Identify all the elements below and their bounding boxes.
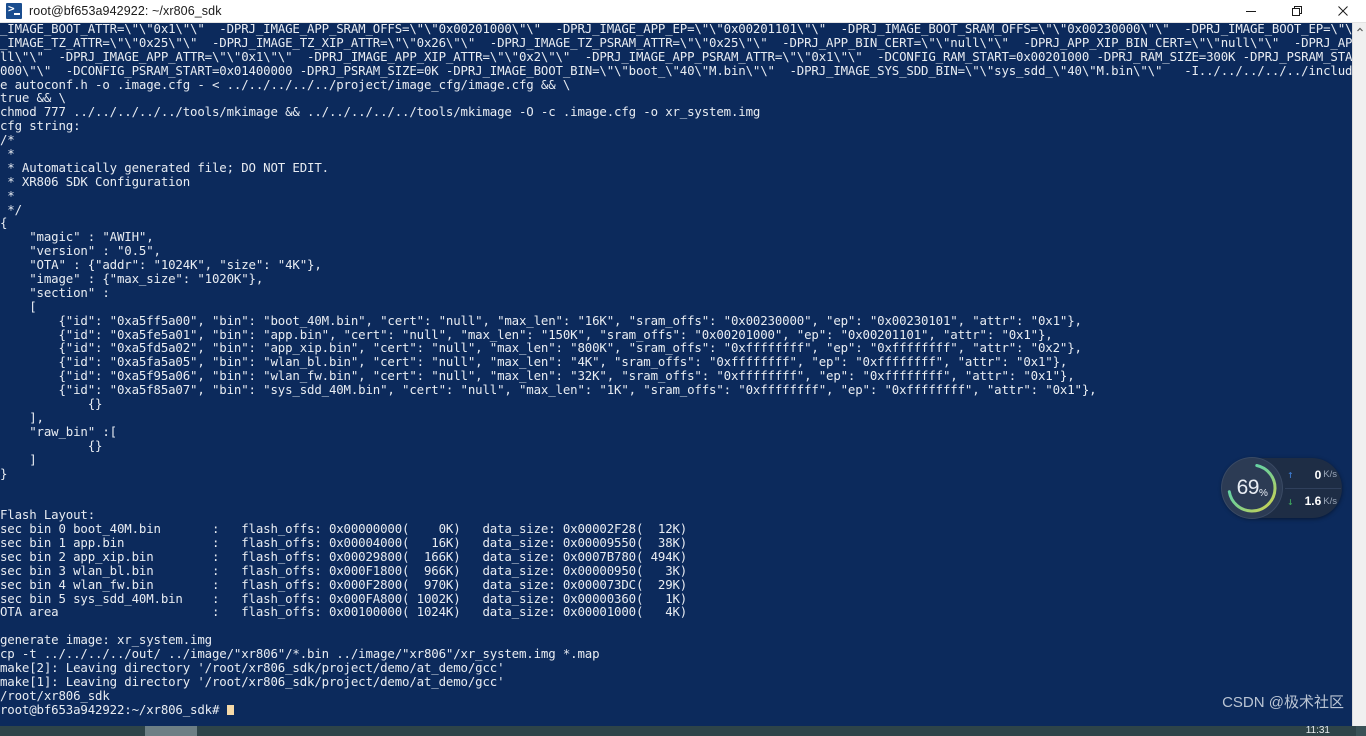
terminal-line: OTA area : flash_offs: 0x00100000( 1024K… [0, 604, 688, 620]
terminal-cursor [226, 704, 234, 715]
speed-rows: ↑ 0 K/s ↓ 1.6 K/s [1285, 462, 1341, 514]
terminal-line: ] [0, 451, 37, 467]
network-speed-widget[interactable]: 69% ↑ 0 K/s ↓ 1.6 K/s [1222, 458, 1342, 518]
percent-symbol: % [1258, 488, 1268, 499]
terminal-line: {"id": "0xa5ff5a00", "bin": "boot_40M.bi… [0, 312, 1082, 328]
upload-speed-value: 0 [1314, 467, 1322, 482]
terminal-line: * [0, 187, 15, 203]
terminal-text: _IMAGE_BOOT_ATTR=\"\"0x1\"\" -DPRJ_IMAGE… [0, 23, 1352, 717]
show-desktop-button[interactable] [1356, 726, 1366, 736]
terminal-line: {} [0, 396, 103, 412]
terminal-scrollbar[interactable] [1352, 23, 1366, 726]
terminal-line: ll\"\" -DPRJ_IMAGE_APP_ATTR=\"\"0x1\"\" … [0, 48, 1352, 64]
terminal-line: 000\"\" -DCONFIG_PSRAM_START=0x01400000 … [0, 62, 1352, 78]
terminal-output-area[interactable]: _IMAGE_BOOT_ATTR=\"\"0x1\"\" -DPRJ_IMAGE… [0, 23, 1352, 726]
upload-speed-row: ↑ 0 K/s [1285, 462, 1341, 489]
terminal-line: cfg string: [0, 118, 81, 134]
usage-percent: 69% [1237, 477, 1268, 499]
terminal-line: chmod 777 ../../../../../tools/mkimage &… [0, 104, 761, 120]
terminal-line: {"id": "0xa5f95a06", "bin": "wlan_fw.bin… [0, 368, 1075, 384]
terminal-line: */ [0, 201, 22, 217]
taskbar[interactable]: 11:31 [0, 726, 1366, 736]
terminal-line: "OTA" : {"addr": "1024K", "size": "4K"}, [0, 257, 322, 273]
terminal-line: {"id": "0xa5f85a07", "bin": "sys_sdd_40M… [0, 382, 1097, 398]
terminal-line: {"id": "0xa5fa5a05", "bin": "wlan_bl.bin… [0, 354, 1068, 370]
scroll-up-button[interactable] [1353, 23, 1366, 37]
terminal-line: {} [0, 437, 103, 453]
terminal-line: sec bin 0 boot_40M.bin : flash_offs: 0x0… [0, 521, 688, 537]
download-speed-row: ↓ 1.6 K/s [1285, 489, 1341, 515]
terminal-line: ], [0, 409, 44, 425]
terminal-line: * XR806 SDK Configuration [0, 173, 191, 189]
window-title: root@bf653a942922: ~/xr806_sdk [29, 4, 222, 18]
terminal-line: {"id": "0xa5fe5a01", "bin": "app.bin", "… [0, 326, 1053, 342]
terminal-line: sec bin 4 wlan_fw.bin : flash_offs: 0x00… [0, 576, 688, 592]
terminal-line: "section" : [0, 284, 110, 300]
terminal-line: * Automatically generated file; DO NOT E… [0, 159, 329, 175]
terminal-line: true && \ [0, 90, 66, 106]
desktop-screen: root@bf653a942922: ~/xr806_sdk _IMAGE_BO… [0, 0, 1366, 736]
terminal-line: {"id": "0xa5fd5a02", "bin": "app_xip.bin… [0, 340, 1082, 356]
window-titlebar[interactable]: root@bf653a942922: ~/xr806_sdk [0, 0, 1366, 23]
minimize-button[interactable] [1228, 0, 1274, 23]
usage-percent-value: 69 [1236, 476, 1260, 499]
terminal-line: cp -t ../../../../out/ ../image/"xr806"/… [0, 646, 600, 662]
taskbar-clock[interactable]: 11:31 [1306, 726, 1330, 736]
terminal-line: * [0, 146, 15, 162]
terminal-line: "magic" : "AWIH", [0, 229, 154, 245]
watermark-label: CSDN @极术社区 [1222, 694, 1344, 711]
terminal-line: sec bin 5 sys_sdd_40M.bin : flash_offs: … [0, 590, 688, 606]
terminal-line: } [0, 465, 8, 481]
download-arrow-icon: ↓ [1287, 494, 1294, 508]
download-speed-unit: K/s [1323, 495, 1337, 507]
terminal-line: /root/xr806_sdk [0, 687, 110, 703]
restore-icon [1292, 6, 1302, 16]
terminal-line: root@bf653a942922:~/xr806_sdk# [0, 702, 1352, 717]
close-icon [1338, 6, 1348, 16]
upload-speed-unit: K/s [1323, 469, 1337, 481]
terminal-icon [6, 2, 22, 19]
terminal-line: "image" : {"max_size": "1020K"}, [0, 271, 264, 287]
download-speed-value: 1.6 [1304, 494, 1322, 509]
terminal-line: sec bin 2 app_xip.bin : flash_offs: 0x00… [0, 548, 688, 564]
terminal-line: { [0, 215, 8, 231]
terminal-line: [ [0, 298, 37, 314]
terminal-line: "version" : "0.5", [0, 243, 161, 259]
maximize-button[interactable] [1274, 0, 1320, 23]
terminal-line: "raw_bin" :[ [0, 423, 117, 439]
terminal-line: Flash Layout: [0, 507, 96, 523]
terminal-line: _IMAGE_BOOT_ATTR=\"\"0x1\"\" -DPRJ_IMAGE… [0, 23, 1352, 36]
terminal-line: sec bin 3 wlan_bl.bin : flash_offs: 0x00… [0, 562, 688, 578]
terminal-line: make[2]: Leaving directory '/root/xr806_… [0, 659, 505, 675]
terminal-line: sec bin 1 app.bin : flash_offs: 0x000040… [0, 534, 688, 550]
terminal-line: _IMAGE_TZ_ATTR=\"\"0x25\"\" -DPRJ_IMAGE_… [0, 34, 1352, 50]
terminal-line: /* [0, 132, 15, 148]
taskbar-active-item[interactable] [145, 726, 197, 736]
terminal-line: make[1]: Leaving directory '/root/xr806_… [0, 673, 505, 689]
terminal-line: e autoconf.h -o .image.cfg - < ../../../… [0, 76, 571, 92]
minimize-icon [1246, 11, 1256, 12]
cpu-usage-ring: 69% [1222, 458, 1282, 518]
close-button[interactable] [1320, 0, 1366, 23]
terminal-line: generate image: xr_system.img [0, 632, 212, 648]
upload-arrow-icon: ↑ [1287, 468, 1294, 482]
chevron-up-icon [1357, 27, 1363, 32]
